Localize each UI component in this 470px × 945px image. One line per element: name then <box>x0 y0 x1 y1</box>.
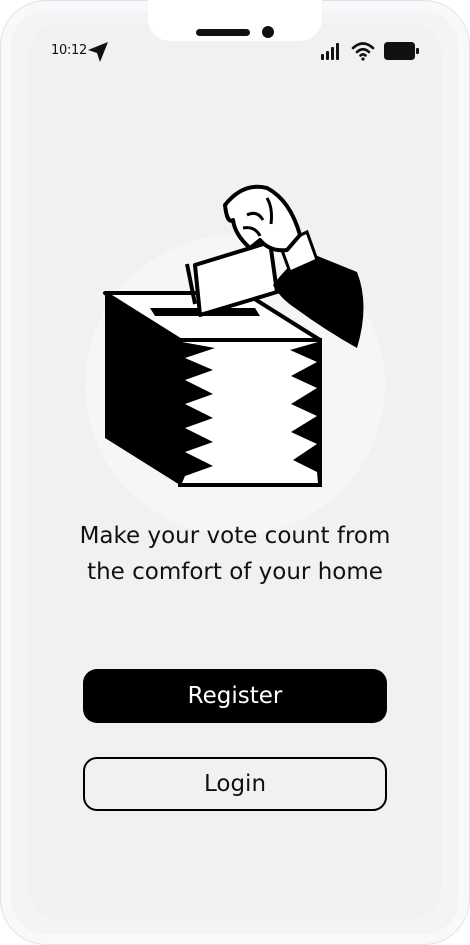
register-button[interactable]: Register <box>83 669 387 723</box>
status-time: 10:12 <box>51 43 87 58</box>
wifi-icon <box>351 42 375 61</box>
location-arrow-icon <box>88 42 108 62</box>
notch-camera <box>262 26 274 38</box>
notch-speaker <box>196 29 250 36</box>
tagline: Make your vote count from the comfort of… <box>79 523 391 585</box>
login-button[interactable]: Login <box>83 757 387 811</box>
battery-icon <box>384 42 419 60</box>
ballot-box-illustration <box>103 184 364 487</box>
register-button-label: Register <box>187 683 283 709</box>
login-button-label: Login <box>203 771 267 797</box>
signal-icon <box>321 43 339 60</box>
